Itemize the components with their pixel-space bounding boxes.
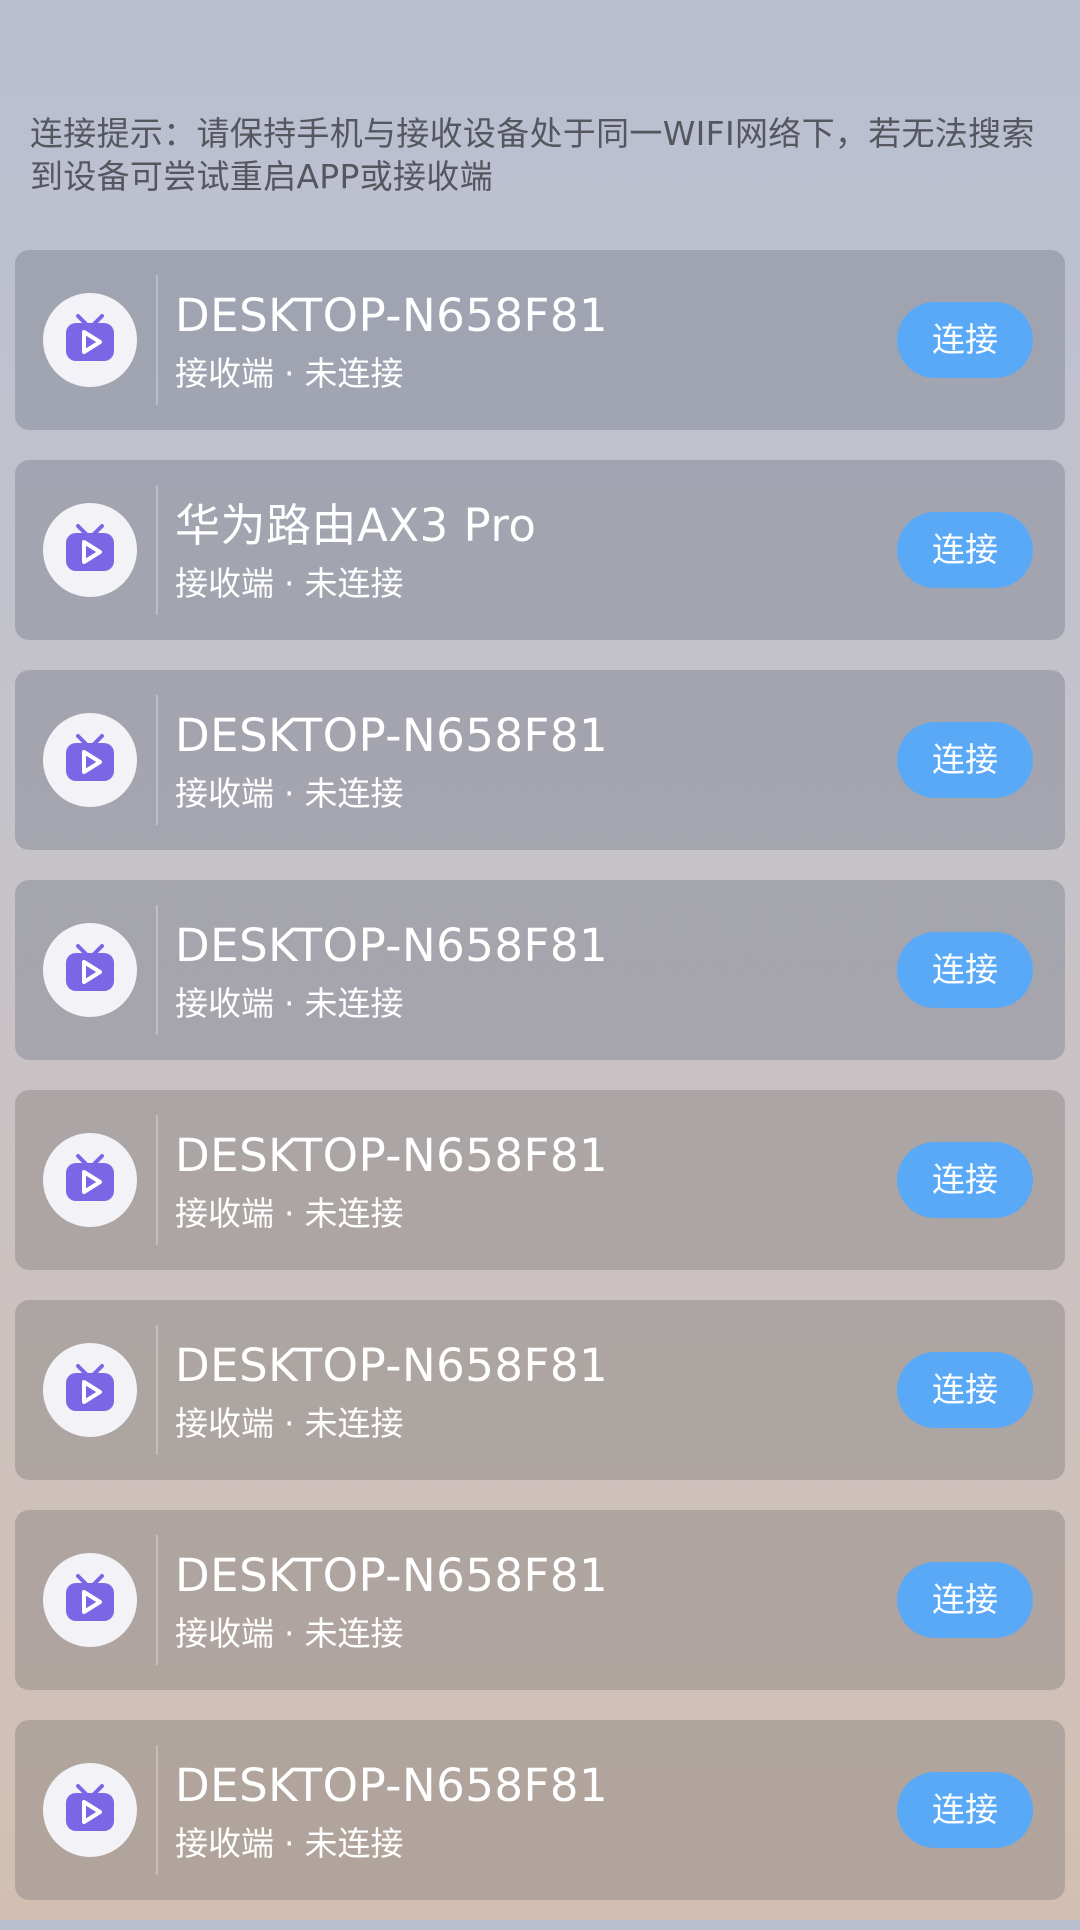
connection-status: 未连接 [304,1404,404,1443]
device-type: 接收端 [175,984,274,1023]
device-status: 接收端 · 未连接 [175,774,404,814]
connect-button[interactable]: 连接 [897,1352,1033,1428]
device-type: 接收端 [175,1824,274,1863]
device-card[interactable]: DESKTOP-N658F81 接收端 · 未连接 连接 [15,1300,1065,1480]
device-type: 接收端 [175,354,274,393]
device-name: DESKTOP-N658F81 [175,919,609,972]
status-separator: · [284,1824,295,1863]
device-status: 接收端 · 未连接 [175,1614,404,1654]
device-card[interactable]: DESKTOP-N658F81 接收端 · 未连接 连接 [15,670,1065,850]
connect-button[interactable]: 连接 [897,1562,1033,1638]
device-type: 接收端 [175,1614,274,1653]
device-name: DESKTOP-N658F81 [175,709,609,762]
device-card[interactable]: 华为路由AX3 Pro 接收端 · 未连接 连接 [15,460,1065,640]
card-divider [156,1325,158,1455]
tv-play-icon [43,1763,137,1857]
device-name: DESKTOP-N658F81 [175,1549,609,1602]
connect-button[interactable]: 连接 [897,302,1033,378]
device-name: 华为路由AX3 Pro [175,499,537,552]
connect-button[interactable]: 连接 [897,932,1033,1008]
device-name: DESKTOP-N658F81 [175,1339,609,1392]
status-separator: · [284,1614,295,1653]
device-name: DESKTOP-N658F81 [175,1129,609,1182]
status-separator: · [284,354,295,393]
tv-play-icon [43,1133,137,1227]
device-list: DESKTOP-N658F81 接收端 · 未连接 连接 华为路由AX3 Pro 接… [15,250,1065,1930]
tv-play-icon [43,713,137,807]
device-card[interactable]: DESKTOP-N658F81 接收端 · 未连接 连接 [15,1090,1065,1270]
device-status: 接收端 · 未连接 [175,1824,404,1864]
device-type: 接收端 [175,1404,274,1443]
device-name: DESKTOP-N658F81 [175,1759,609,1812]
device-status: 接收端 · 未连接 [175,984,404,1024]
connection-status: 未连接 [304,354,404,393]
device-status: 接收端 · 未连接 [175,1194,404,1234]
device-card[interactable]: DESKTOP-N658F81 接收端 · 未连接 连接 [15,1510,1065,1690]
device-status: 接收端 · 未连接 [175,564,404,604]
card-divider [156,905,158,1035]
device-card[interactable]: DESKTOP-N658F81 接收端 · 未连接 连接 [15,250,1065,430]
connection-status: 未连接 [304,564,404,603]
connection-status: 未连接 [304,984,404,1023]
status-separator: · [284,1404,295,1443]
status-separator: · [284,564,295,603]
device-status: 接收端 · 未连接 [175,1404,404,1444]
connection-status: 未连接 [304,774,404,813]
tv-play-icon [43,1343,137,1437]
tv-play-icon [43,923,137,1017]
card-divider [156,695,158,825]
device-name: DESKTOP-N658F81 [175,289,609,342]
status-separator: · [284,1194,295,1233]
tv-play-icon [43,1553,137,1647]
connect-button[interactable]: 连接 [897,722,1033,798]
tv-play-icon [43,293,137,387]
card-divider [156,485,158,615]
device-status: 接收端 · 未连接 [175,354,404,394]
card-divider [156,275,158,405]
device-type: 接收端 [175,774,274,813]
device-card[interactable]: DESKTOP-N658F81 接收端 · 未连接 连接 [15,1720,1065,1900]
connection-hint: 连接提示：请保持手机与接收设备处于同一WIFI网络下，若无法搜索到设备可尝试重启… [30,114,1035,196]
connection-status: 未连接 [304,1194,404,1233]
connection-status: 未连接 [304,1824,404,1863]
status-separator: · [284,774,295,813]
card-divider [156,1535,158,1665]
card-divider [156,1745,158,1875]
connection-status: 未连接 [304,1614,404,1653]
connect-button[interactable]: 连接 [897,512,1033,588]
device-card[interactable]: DESKTOP-N658F81 接收端 · 未连接 连接 [15,880,1065,1060]
status-separator: · [284,984,295,1023]
tv-play-icon [43,503,137,597]
connect-button[interactable]: 连接 [897,1772,1033,1848]
connect-button[interactable]: 连接 [897,1142,1033,1218]
device-type: 接收端 [175,1194,274,1233]
device-type: 接收端 [175,564,274,603]
card-divider [156,1115,158,1245]
